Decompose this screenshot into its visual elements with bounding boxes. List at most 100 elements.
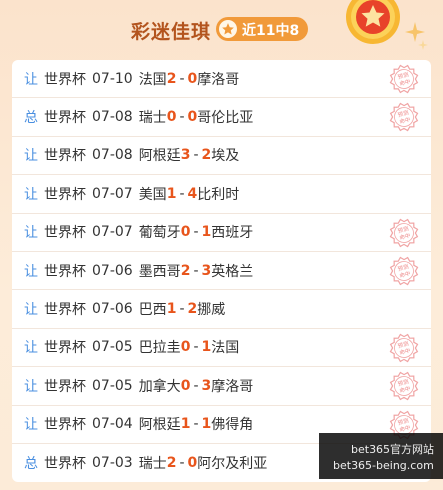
header: 彩迷佳琪 近11中8 <box>0 0 443 60</box>
page-title: 彩迷佳琪 <box>131 21 212 43</box>
league-name: 世界杯 <box>44 456 86 473</box>
match-date: 07-07 <box>92 224 133 241</box>
away-score: 2 <box>187 301 198 318</box>
home-team: 加拿大 <box>138 378 181 395</box>
away-score: 1 <box>201 416 212 433</box>
star-icon <box>219 20 237 38</box>
away-team: 法国 <box>211 340 240 357</box>
match-date: 07-05 <box>92 339 133 356</box>
match-row[interactable]: 让世界杯 07-05 加拿大 0-3 摩洛哥 预测 命中 <box>12 367 431 406</box>
home-score: 1 <box>166 185 177 202</box>
sparkle-icon <box>405 22 425 42</box>
bet-type-label: 总 <box>24 110 38 127</box>
league-name: 世界杯 <box>44 186 86 203</box>
away-score: 1 <box>201 339 212 356</box>
league-name: 世界杯 <box>44 225 86 242</box>
league-name: 世界杯 <box>44 378 86 395</box>
bet-type-label: 让 <box>24 148 38 165</box>
hit-stamp-icon: 预测命中 <box>389 218 419 247</box>
score-separator: - <box>193 377 199 394</box>
league-name: 世界杯 <box>44 71 86 88</box>
away-team: 挪威 <box>197 302 226 319</box>
match-row[interactable]: 让世界杯 07-07 美国 1-4 比利时 <box>12 175 431 214</box>
match-row[interactable]: 让世界杯 07-05 巴拉圭 0-1 法国 预测 命中 <box>12 329 431 368</box>
home-team: 法国 <box>138 71 167 88</box>
hit-stamp-icon: 预测命中 <box>389 333 419 363</box>
league-name: 世界杯 <box>44 340 86 357</box>
score-separator: - <box>179 109 185 126</box>
home-score: 2 <box>166 455 177 472</box>
match-date: 07-05 <box>92 377 133 394</box>
match-date: 07-10 <box>92 70 133 87</box>
home-score: 1 <box>166 301 177 318</box>
bet-type-label: 让 <box>24 378 38 395</box>
bet-type-label: 让 <box>24 225 38 242</box>
home-score: 0 <box>180 377 191 394</box>
score-separator: - <box>193 416 199 433</box>
home-score: 3 <box>180 147 191 164</box>
match-row[interactable]: 让世界杯 07-07 葡萄牙 0-1 西班牙 预测 命中 <box>12 214 431 252</box>
away-team: 西班牙 <box>211 225 254 242</box>
home-score: 2 <box>166 70 177 87</box>
home-team: 巴拉圭 <box>138 340 181 357</box>
away-score: 2 <box>201 147 212 164</box>
bet-type-label: 让 <box>24 302 38 319</box>
away-score: 1 <box>201 224 212 241</box>
score-separator: - <box>179 185 185 202</box>
home-team: 美国 <box>138 186 167 203</box>
match-date: 07-04 <box>92 416 133 433</box>
bet-type-label: 让 <box>24 340 38 357</box>
home-team: 阿根廷 <box>138 148 181 165</box>
away-score: 0 <box>187 70 198 87</box>
hit-stamp-icon: 预测命中 <box>389 103 419 132</box>
match-row[interactable]: 让世界杯 07-10 法国 2-0 摩洛哥 预测 命中 <box>12 60 431 99</box>
away-team: 埃及 <box>211 148 240 165</box>
bet-type-label: 让 <box>24 71 38 88</box>
home-team: 瑞士 <box>138 110 167 127</box>
home-score: 0 <box>180 339 191 356</box>
score-separator: - <box>193 339 199 356</box>
match-date: 07-07 <box>92 185 133 202</box>
league-name: 世界杯 <box>44 263 86 280</box>
medal-icon <box>346 0 400 44</box>
score-separator: - <box>179 70 185 87</box>
away-team: 比利时 <box>197 186 240 203</box>
sparkle-icon <box>418 40 428 50</box>
away-team: 哥伦比亚 <box>197 110 254 127</box>
home-team: 墨西哥 <box>138 263 181 280</box>
match-list: 让世界杯 07-10 法国 2-0 摩洛哥 预测 命中总世界杯 07-08 瑞士 0-0 哥伦比亚预… <box>12 60 431 482</box>
bet-type-label: 让 <box>24 263 38 280</box>
home-score: 0 <box>180 224 191 241</box>
away-team: 英格兰 <box>211 263 254 280</box>
league-name: 世界杯 <box>44 148 86 165</box>
match-date: 07-08 <box>92 147 133 164</box>
match-row[interactable]: 让世界杯 07-08 阿根廷 3-2 埃及 <box>12 137 431 176</box>
watermark-line-1: bet365官方网站 <box>351 443 435 456</box>
watermark: bet365官方网站 bet365-being.com <box>319 433 443 479</box>
home-score: 1 <box>180 416 191 433</box>
match-row[interactable]: 让世界杯 07-06 巴西 1-2 挪威 <box>12 290 431 329</box>
home-team: 瑞士 <box>138 456 167 473</box>
home-team: 阿根廷 <box>138 417 181 434</box>
match-row[interactable]: 总世界杯 07-08 瑞士 0-0 哥伦比亚 预测 命中 <box>12 98 431 137</box>
away-score: 4 <box>187 185 198 202</box>
away-score: 0 <box>187 455 198 472</box>
hit-stamp-icon: 预测命中 <box>389 371 419 401</box>
match-date: 07-06 <box>92 262 133 279</box>
watermark-line-2: bet365-being.com <box>333 459 434 472</box>
bet-type-label: 让 <box>24 417 38 434</box>
home-team: 葡萄牙 <box>138 225 181 242</box>
league-name: 世界杯 <box>44 417 86 434</box>
home-score: 0 <box>166 109 177 126</box>
record-badge: 近11中8 <box>216 17 308 41</box>
score-separator: - <box>179 455 185 472</box>
away-team: 佛得角 <box>211 417 254 434</box>
score-separator: - <box>179 301 185 318</box>
home-score: 2 <box>180 262 191 279</box>
bet-type-label: 总 <box>24 456 38 473</box>
away-team: 阿尔及利亚 <box>197 456 268 473</box>
match-date: 07-03 <box>92 455 133 472</box>
match-row[interactable]: 让世界杯 07-06 墨西哥 2-3 英格兰 预测 命中 <box>12 252 431 291</box>
away-team: 摩洛哥 <box>197 71 240 88</box>
score-separator: - <box>193 147 199 164</box>
